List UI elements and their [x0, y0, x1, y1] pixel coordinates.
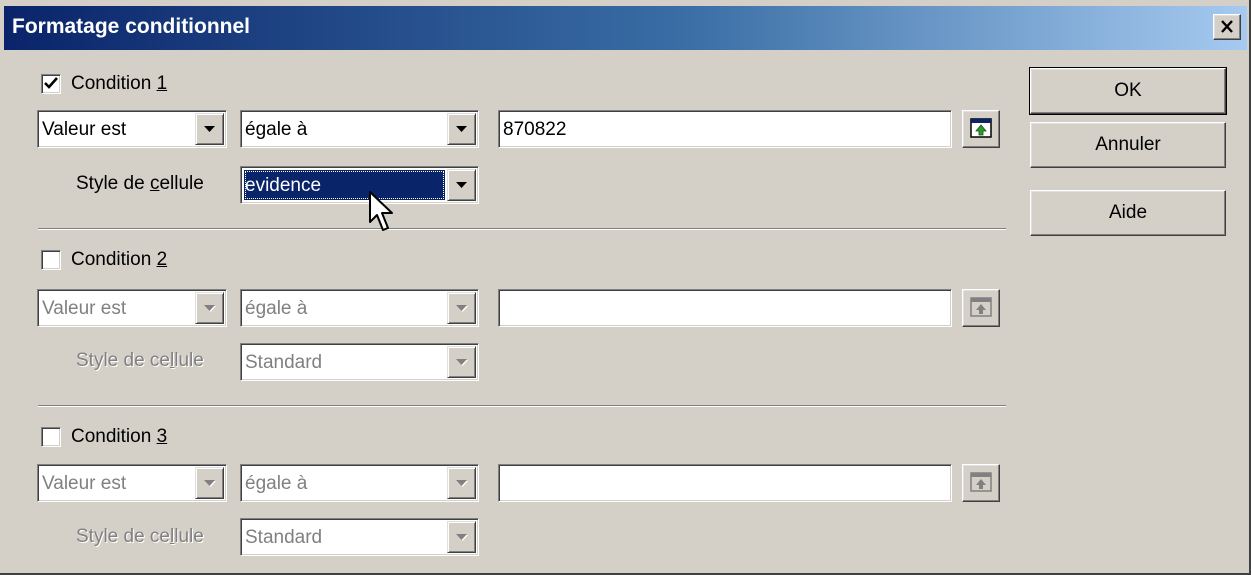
- condition-3-value-type-select[interactable]: Valeur est: [37, 464, 227, 502]
- condition-1-value-text: 870822: [503, 119, 567, 140]
- mouse-pointer-icon: [369, 191, 393, 231]
- shrink-dialog-icon: [970, 297, 992, 317]
- condition-2-value-type-value: Valeur est: [42, 298, 127, 319]
- condition-1-operator-dropdown-button[interactable]: [447, 113, 476, 145]
- condition-3-operator-value: égale à: [245, 473, 308, 494]
- chevron-down-icon: [456, 359, 468, 366]
- condition-3-style-label-b: lule: [174, 526, 204, 547]
- shrink-dialog-icon: [970, 472, 992, 492]
- separator-2: [38, 405, 1006, 407]
- condition-3-operator-select[interactable]: égale à: [240, 464, 479, 502]
- condition-3-cell-style-dropdown-button[interactable]: [447, 521, 476, 553]
- condition-3-label: Condition 3: [71, 426, 167, 448]
- condition-1-style-label-accel: c: [149, 173, 160, 194]
- condition-3-operator-dropdown-button[interactable]: [447, 467, 476, 499]
- condition-3-cell-style-select[interactable]: Standard: [240, 518, 479, 556]
- condition-2-value-type-dropdown-button[interactable]: [195, 292, 224, 324]
- chevron-down-icon: [204, 480, 216, 487]
- condition-2-shrink-button[interactable]: [962, 289, 1000, 327]
- condition-2-value-input[interactable]: [498, 289, 952, 327]
- condition-1-operator-select[interactable]: égale à: [240, 110, 479, 148]
- condition-1-value-type-select[interactable]: Valeur est: [37, 110, 227, 148]
- title-bar[interactable]: Formatage conditionnel: [4, 6, 1247, 50]
- condition-2-cell-style-dropdown-button[interactable]: [447, 346, 476, 378]
- condition-2-operator-value: égale à: [245, 298, 308, 319]
- ok-button-label: OK: [1114, 80, 1142, 101]
- condition-2-style-label: Style de cellule: [76, 350, 204, 372]
- condition-3-value-input[interactable]: [498, 464, 952, 502]
- chevron-down-icon: [456, 305, 468, 312]
- condition-1-value-input[interactable]: 870822: [498, 110, 952, 148]
- close-icon: [1221, 20, 1233, 33]
- condition-1-checkbox[interactable]: [41, 74, 61, 94]
- condition-3-shrink-button[interactable]: [962, 464, 1000, 502]
- condition-2-label: Condition 2: [71, 249, 167, 271]
- condition-3-cell-style-value: Standard: [245, 527, 323, 548]
- condition-2-label-text: Condition: [71, 249, 157, 270]
- condition-2-cell-style-select[interactable]: Standard: [240, 343, 479, 381]
- chevron-down-icon: [204, 126, 215, 132]
- dialog-title: Formatage conditionnel: [12, 15, 251, 38]
- condition-2-checkbox[interactable]: [41, 250, 61, 270]
- condition-1-style-label: Style de cellule: [76, 173, 204, 195]
- ok-button[interactable]: OK: [1029, 67, 1227, 115]
- condition-2-operator-dropdown-button[interactable]: [447, 292, 476, 324]
- condition-1-shrink-button[interactable]: [962, 110, 1000, 148]
- condition-2-cell-style-value: Standard: [245, 352, 323, 373]
- condition-1-cell-style-select[interactable]: evidence: [240, 166, 479, 204]
- condition-2-style-label-b: lule: [174, 350, 204, 371]
- condition-1-style-label-b: ellule: [159, 173, 204, 194]
- chevron-down-icon: [456, 126, 467, 132]
- condition-3-checkbox[interactable]: [41, 427, 61, 447]
- condition-3-label-text: Condition: [71, 426, 157, 447]
- chevron-down-icon: [456, 534, 468, 541]
- help-button[interactable]: Aide: [1030, 190, 1226, 236]
- condition-2-value-type-select[interactable]: Valeur est: [37, 289, 227, 327]
- condition-3-value-type-dropdown-button[interactable]: [195, 467, 224, 499]
- condition-2-operator-select[interactable]: égale à: [240, 289, 479, 327]
- cancel-button[interactable]: Annuler: [1030, 122, 1226, 168]
- condition-3-value-type-value: Valeur est: [42, 473, 127, 494]
- condition-1-cell-style-value: evidence: [245, 175, 322, 196]
- condition-1-style-label-a: Style de: [76, 173, 150, 194]
- conditional-formatting-dialog: Formatage conditionnel Condition 1 Valeu…: [0, 0, 1251, 575]
- condition-1-value-type-value: Valeur est: [42, 119, 127, 140]
- close-button[interactable]: [1213, 14, 1241, 40]
- condition-3-style-label: Style de cellule: [76, 526, 204, 548]
- condition-1-cell-style-dropdown-button[interactable]: [447, 169, 476, 201]
- separator-1: [38, 228, 1006, 230]
- chevron-down-icon: [456, 182, 467, 188]
- condition-3-style-label-a: Style de ce: [76, 526, 170, 547]
- cancel-button-label: Annuler: [1095, 134, 1161, 155]
- chevron-down-icon: [456, 480, 468, 487]
- condition-2-style-label-a: Style de ce: [76, 350, 170, 371]
- chevron-down-icon: [204, 305, 216, 312]
- condition-1-accel: 1: [156, 73, 168, 94]
- condition-1-value-type-dropdown-button[interactable]: [195, 113, 224, 145]
- shrink-dialog-icon: [970, 118, 992, 138]
- condition-1-label-text: Condition: [71, 73, 157, 94]
- help-button-label: Aide: [1108, 202, 1148, 223]
- condition-3-accel: 3: [156, 426, 168, 447]
- condition-2-accel: 2: [156, 249, 168, 270]
- checkmark-icon: [44, 77, 58, 89]
- condition-1-operator-value: égale à: [245, 119, 308, 140]
- condition-1-label: Condition 1: [71, 73, 167, 95]
